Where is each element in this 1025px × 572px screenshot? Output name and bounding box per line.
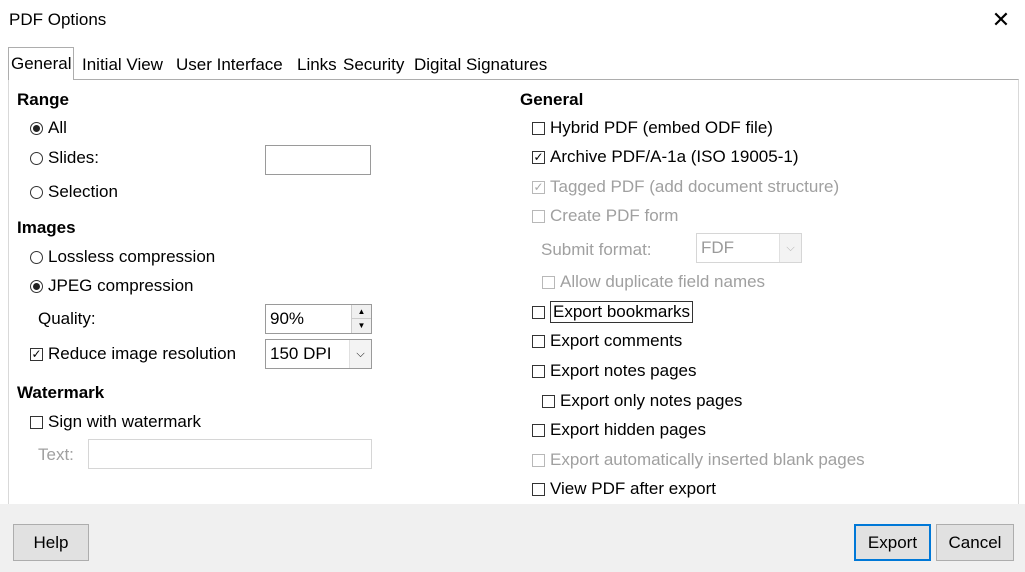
title-bar: [0, 0, 1025, 42]
radio-dot: [30, 250, 43, 264]
comments-checkbox[interactable]: Export comments: [532, 331, 682, 351]
close-icon[interactable]: ✕: [988, 6, 1014, 34]
check-icon: [532, 423, 545, 437]
watermark-heading: Watermark: [17, 383, 105, 402]
range-selection-label: Selection: [48, 182, 118, 201]
cancel-button[interactable]: Cancel: [936, 524, 1014, 561]
tab-digital-signatures[interactable]: Digital Signatures: [412, 51, 549, 78]
archive-checkbox[interactable]: ✓ Archive PDF/A-1a (ISO 19005-1): [532, 147, 798, 167]
check-icon: ✓: [532, 179, 545, 194]
view-after-checkbox[interactable]: View PDF after export: [532, 479, 716, 499]
notes-checkbox[interactable]: Export notes pages: [532, 361, 696, 381]
check-icon: [532, 364, 545, 378]
slides-input[interactable]: [265, 145, 371, 175]
tab-general[interactable]: General: [8, 47, 75, 80]
check-icon: [30, 415, 43, 429]
jpeg-label: JPEG compression: [48, 276, 194, 295]
lossless-radio[interactable]: Lossless compression: [30, 247, 215, 267]
lossless-label: Lossless compression: [48, 247, 216, 266]
images-heading: Images: [17, 218, 76, 237]
tab-initial-view[interactable]: Initial View: [80, 51, 165, 78]
resolution-dropdown[interactable]: 150 DPI ⌵: [265, 339, 372, 369]
range-slides-label: Slides:: [48, 148, 100, 167]
radio-dot: [30, 121, 43, 135]
allow-duplicate-checkbox: Allow duplicate field names: [542, 272, 765, 292]
create-form-label: Create PDF form: [550, 206, 679, 225]
hidden-pages-checkbox[interactable]: Export hidden pages: [532, 420, 706, 440]
range-all-label: All: [48, 118, 67, 137]
only-notes-label: Export only notes pages: [560, 391, 743, 410]
submit-format-dropdown: FDF ⌵: [696, 233, 802, 263]
notes-label: Export notes pages: [550, 361, 697, 380]
help-button[interactable]: Help: [13, 524, 89, 561]
watermark-text-label: Text:: [38, 445, 74, 464]
reduce-resolution-checkbox[interactable]: ✓ Reduce image resolution: [30, 344, 236, 364]
quality-label: Quality:: [38, 309, 96, 328]
resolution-value: 150 DPI: [270, 344, 332, 363]
sign-watermark-checkbox[interactable]: Sign with watermark: [30, 412, 201, 432]
chevron-down-icon[interactable]: ⌵: [349, 340, 371, 368]
tab-links[interactable]: Links: [295, 51, 339, 78]
range-all-radio[interactable]: All: [30, 118, 67, 138]
radio-dot: [30, 151, 43, 165]
check-icon: [532, 482, 545, 496]
comments-label: Export comments: [550, 331, 683, 350]
jpeg-radio[interactable]: JPEG compression: [30, 276, 194, 296]
window-title: PDF Options: [9, 10, 107, 29]
sign-watermark-label: Sign with watermark: [48, 412, 202, 431]
check-icon: [532, 305, 545, 319]
watermark-text-input[interactable]: [88, 439, 372, 469]
hybrid-label: Hybrid PDF (embed ODF file): [550, 118, 773, 137]
blank-pages-checkbox: Export automatically inserted blank page…: [532, 450, 865, 470]
check-icon: [532, 209, 545, 223]
check-icon: [532, 453, 545, 467]
submit-format-value: FDF: [701, 238, 735, 257]
general-heading: General: [520, 90, 584, 109]
bookmarks-label: Export bookmarks: [550, 301, 693, 323]
check-icon: ✓: [30, 346, 43, 361]
tab-user-interface[interactable]: User Interface: [174, 51, 285, 78]
create-form-checkbox: Create PDF form: [532, 206, 678, 226]
reduce-resolution-label: Reduce image resolution: [48, 344, 237, 363]
submit-format-label: Submit format:: [541, 240, 652, 259]
quality-value: 90%: [270, 309, 305, 328]
only-notes-checkbox[interactable]: Export only notes pages: [542, 391, 742, 411]
allow-duplicate-label: Allow duplicate field names: [560, 272, 766, 291]
check-icon: [532, 334, 545, 348]
check-icon: [542, 275, 555, 289]
blank-pages-label: Export automatically inserted blank page…: [550, 450, 865, 469]
radio-dot: [30, 185, 43, 199]
check-icon: [532, 121, 545, 135]
radio-dot: [30, 279, 43, 293]
range-heading: Range: [17, 90, 69, 109]
range-slides-radio[interactable]: Slides:: [30, 148, 99, 168]
hidden-pages-label: Export hidden pages: [550, 420, 706, 439]
range-selection-radio[interactable]: Selection: [30, 182, 118, 202]
hybrid-checkbox[interactable]: Hybrid PDF (embed ODF file): [532, 118, 773, 138]
check-icon: ✓: [532, 149, 545, 164]
spin-down-icon[interactable]: ▼: [352, 319, 371, 333]
tab-security[interactable]: Security: [341, 51, 406, 78]
tagged-checkbox: ✓ Tagged PDF (add document structure): [532, 177, 839, 197]
bookmarks-checkbox[interactable]: Export bookmarks: [532, 301, 693, 323]
view-after-label: View PDF after export: [550, 479, 716, 498]
chevron-down-icon: ⌵: [779, 234, 801, 262]
archive-label: Archive PDF/A-1a (ISO 19005-1): [550, 147, 799, 166]
check-icon: [542, 394, 555, 408]
tagged-label: Tagged PDF (add document structure): [550, 177, 840, 196]
quality-spinner[interactable]: 90% ▲ ▼: [265, 304, 372, 334]
spin-buttons: ▲ ▼: [351, 305, 371, 333]
export-button[interactable]: Export: [854, 524, 931, 561]
